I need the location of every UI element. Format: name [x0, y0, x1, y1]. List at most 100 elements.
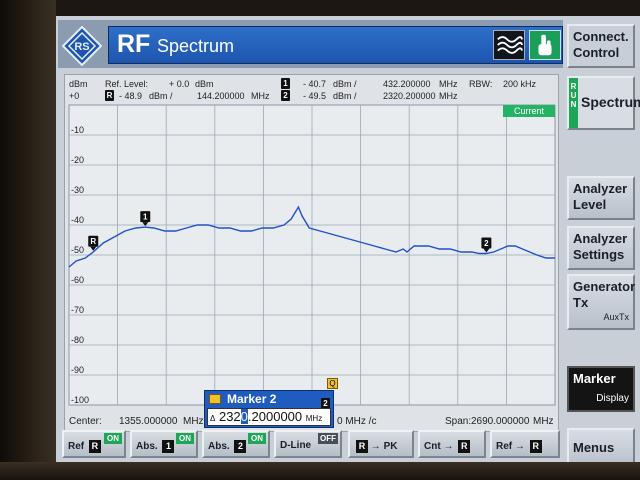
- ref-marker-level-unit: dBm /: [149, 91, 173, 101]
- center-label: Center:: [69, 416, 102, 427]
- marker-1-level-unit: dBm /: [333, 79, 357, 89]
- marker-popup-title: Marker 2: [227, 392, 277, 406]
- footer-partial-text: 0 MHz /c: [337, 416, 377, 427]
- abs1-button-label: Abs.: [136, 441, 158, 453]
- device-bezel-bottom: [0, 462, 640, 480]
- q-badge: Q: [327, 378, 338, 389]
- span-value: 2690.000000: [471, 416, 530, 427]
- marker-button[interactable]: Marker Display: [567, 366, 635, 412]
- marker-value-before-cursor: 232: [218, 409, 241, 424]
- analyzer-level-button[interactable]: Analyzer Level: [567, 176, 635, 220]
- wave-icon[interactable]: [493, 30, 525, 60]
- generator-tx-label: Generator Tx: [573, 279, 636, 310]
- title-rf: RF: [117, 30, 151, 58]
- spectrum-button[interactable]: RUN Spectrum: [567, 76, 640, 130]
- ref-to-label: Ref: [496, 441, 513, 453]
- title-mode: Spectrum: [157, 36, 235, 56]
- marker-value-unit: MHz: [305, 414, 323, 423]
- run-indicator: RUN: [569, 78, 578, 128]
- trace-current-tag: Current: [503, 105, 555, 117]
- cnt-to-badge: R: [458, 440, 471, 453]
- y-tick-label: -60: [71, 275, 84, 285]
- ref-marker-frequency: 144.200000: [197, 91, 245, 101]
- y-tick-label: -90: [71, 365, 84, 375]
- instrument-screen: RS RF Spectrum Connect. Control RUN Spec…: [56, 16, 640, 468]
- y-tick-label: -70: [71, 305, 84, 315]
- marker-2-label: 2: [484, 239, 489, 248]
- ref-level-value: + 0.0: [169, 79, 190, 89]
- analyzer-settings-label: Analyzer Settings: [573, 231, 628, 262]
- top-tick: +0: [69, 91, 80, 101]
- marker-value-cursor: 0: [240, 409, 248, 424]
- y-tick-label: -40: [71, 215, 84, 225]
- ref-level-unit: dBm: [195, 79, 214, 89]
- spectrum-plot[interactable]: -10-20-30-40-50-60-70-80-90-100R12: [65, 75, 560, 433]
- ref-button-label: Ref: [68, 441, 85, 453]
- marker-value-after-cursor: .2000000: [247, 409, 303, 424]
- marker-1-frequency-unit: MHz: [439, 79, 458, 89]
- marker-1-label: 1: [143, 213, 148, 222]
- abs-marker-1-button[interactable]: Abs. 1 ON: [130, 430, 198, 458]
- center-unit: MHz: [183, 416, 204, 427]
- ref-button-badge: R: [88, 440, 101, 453]
- abs2-button-label: Abs.: [208, 441, 230, 453]
- title-bar: RS RF Spectrum: [58, 20, 563, 68]
- menu-lines-icon: [209, 394, 221, 404]
- y-tick-label: -20: [71, 155, 84, 165]
- marker-1-level: - 40.7: [303, 79, 327, 89]
- abs-marker-2-button[interactable]: Abs. 2 ON: [202, 430, 270, 458]
- y-tick-label: -50: [71, 245, 84, 255]
- marker-frequency-input[interactable]: Δ 2320.2000000 MHz: [207, 408, 331, 426]
- pk-from-badge: R: [356, 440, 368, 453]
- connect-control-label: Connect. Control: [573, 29, 629, 60]
- pk-arrow: →: [370, 441, 381, 453]
- abs2-button-badge: 2: [234, 440, 247, 453]
- spectrum-label: Spectrum: [581, 94, 640, 110]
- cnt-label: Cnt: [424, 441, 441, 453]
- marker-2-level-unit: dBm /: [333, 91, 357, 101]
- rohde-schwarz-logo: RS: [62, 26, 102, 66]
- d-line-label: D-Line: [280, 440, 312, 451]
- dbm-unit: dBm: [69, 79, 88, 89]
- abs2-state-tag: ON: [248, 433, 266, 444]
- ref-marker-badge: R: [105, 90, 114, 101]
- ref-level-label: Ref. Level:: [105, 79, 149, 89]
- device-bezel: [0, 0, 56, 480]
- ref-marker-button[interactable]: Ref R ON: [62, 430, 126, 458]
- marker-r-label: R: [90, 237, 96, 246]
- marker-2-level: - 49.5: [303, 91, 327, 101]
- touch-hand-icon[interactable]: [529, 30, 561, 60]
- analyzer-level-label: Analyzer Level: [573, 181, 628, 212]
- marker-2-entry-popup[interactable]: Marker 2 2 Δ 2320.2000000 MHz: [204, 390, 334, 428]
- ref-to-arrow: →: [514, 441, 525, 453]
- ref-marker-frequency-unit: MHz: [251, 91, 270, 101]
- y-tick-label: -30: [71, 185, 84, 195]
- marker-to-peak-button[interactable]: R → PK: [348, 430, 414, 458]
- marker-2-frequency: 2320.200000: [383, 91, 436, 101]
- delta-symbol: Δ: [210, 414, 216, 423]
- ref-to-marker-button[interactable]: Ref → R: [490, 430, 560, 458]
- d-line-state-tag: OFF: [318, 433, 338, 444]
- cnt-arrow: →: [443, 441, 454, 453]
- run-label: RUN: [570, 82, 577, 109]
- marker-display-label: Display: [596, 393, 629, 404]
- d-line-button[interactable]: D-Line OFF: [274, 430, 342, 458]
- generator-tx-button[interactable]: Generator Tx AuxTx: [567, 274, 635, 330]
- abs1-button-badge: 1: [162, 440, 175, 453]
- marker-1-id: 1: [281, 78, 290, 89]
- analyzer-settings-button[interactable]: Analyzer Settings: [567, 226, 635, 270]
- marker-1-badge: 1: [281, 78, 290, 89]
- svg-text:RS: RS: [74, 41, 89, 53]
- connect-control-button[interactable]: Connect. Control: [567, 24, 635, 68]
- marker-2-badge: 2: [281, 90, 290, 101]
- marker-label: Marker: [573, 371, 616, 386]
- marker-2-id: 2: [281, 90, 290, 101]
- marker-1-frequency: 432.200000: [383, 79, 431, 89]
- y-tick-label: -80: [71, 335, 84, 345]
- pk-label: PK: [383, 441, 398, 453]
- count-to-marker-button[interactable]: Cnt → R: [418, 430, 486, 458]
- y-tick-label: -10: [71, 125, 84, 135]
- y-tick-label: -100: [71, 395, 89, 405]
- ref-marker-level: - 48.9: [119, 91, 143, 101]
- spectrum-diagram[interactable]: -10 -20 -30 -40 -50 -60 -70 -80 -90 -100 R 1 2 dBm R…: [64, 74, 559, 432]
